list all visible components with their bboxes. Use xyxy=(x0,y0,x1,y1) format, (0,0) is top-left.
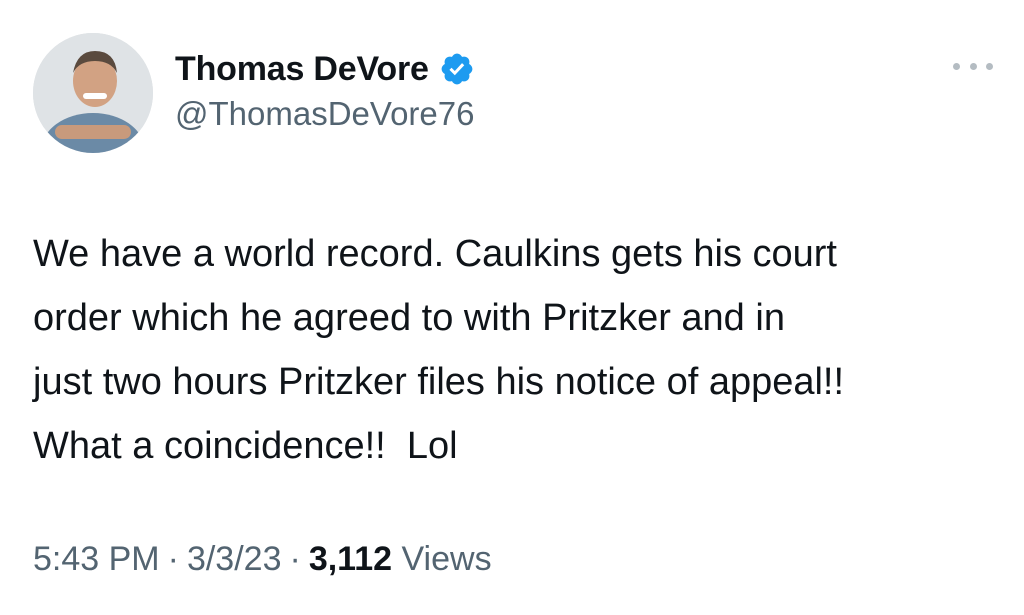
verified-badge-icon xyxy=(439,51,475,87)
avatar-photo xyxy=(33,33,153,153)
more-dot xyxy=(953,62,960,70)
tweet-time[interactable]: 5:43 PM xyxy=(33,540,160,578)
tweet-date[interactable]: 3/3/23 xyxy=(187,540,282,578)
meta-separator: · xyxy=(289,540,301,578)
author-handle[interactable]: @ThomasDeVore76 xyxy=(175,95,475,133)
meta-separator: · xyxy=(167,540,179,578)
more-options-icon[interactable] xyxy=(953,51,993,81)
views-count: 3,112 xyxy=(308,540,393,578)
author-info: Thomas DeVore @ThomasDeVore76 xyxy=(175,47,475,133)
author-display-name[interactable]: Thomas DeVore xyxy=(175,50,429,89)
views-label: Views xyxy=(401,540,492,578)
tweet-header: Thomas DeVore @ThomasDeVore76 xyxy=(33,33,993,153)
tweet-card: Thomas DeVore @ThomasDeVore76 We have a … xyxy=(0,0,1024,615)
more-dot xyxy=(986,62,993,70)
more-dot xyxy=(969,62,977,70)
tweet-meta: 5:43 PM · 3/3/23 · 3,112 Views xyxy=(33,540,492,579)
name-row: Thomas DeVore xyxy=(175,47,475,91)
tweet-text: We have a world record. Caulkins gets hi… xyxy=(33,233,845,467)
author-avatar[interactable] xyxy=(33,33,153,153)
